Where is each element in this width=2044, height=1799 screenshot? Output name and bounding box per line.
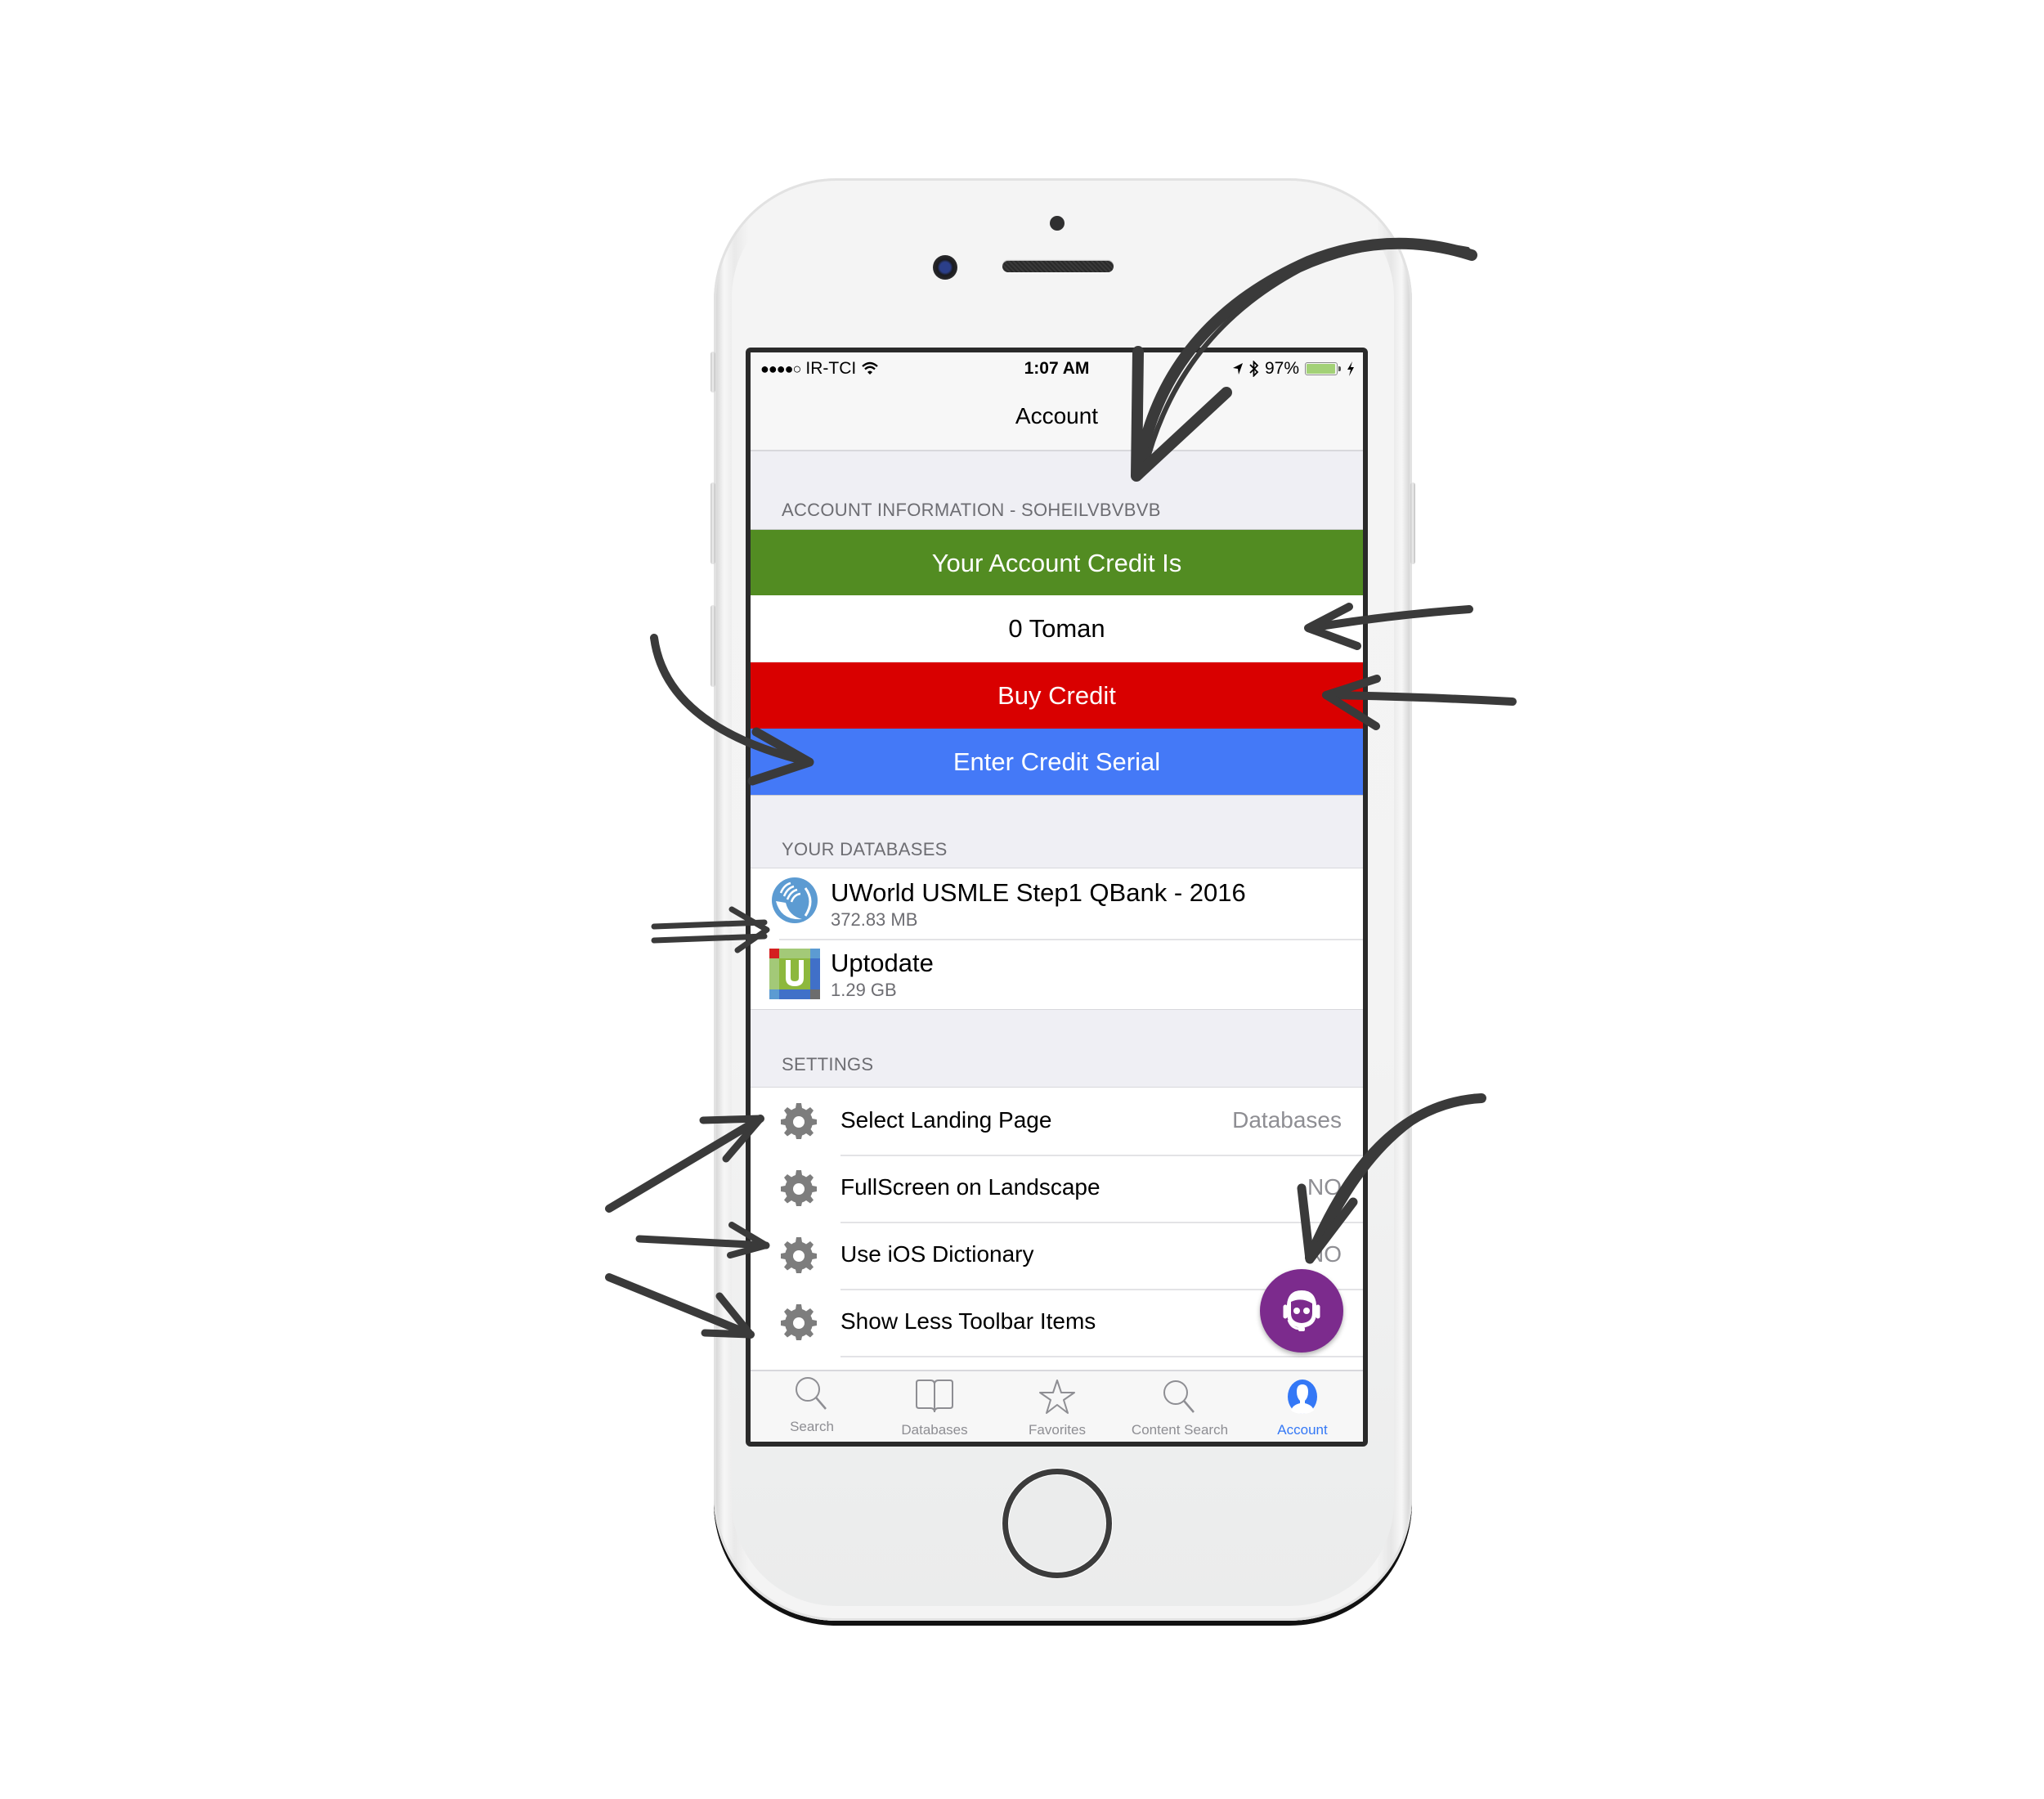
power-button bbox=[1410, 482, 1415, 564]
gear-icon bbox=[781, 1103, 817, 1139]
gear-icon bbox=[781, 1170, 817, 1206]
home-button[interactable] bbox=[1002, 1469, 1112, 1578]
tab-favorites[interactable]: Favorites bbox=[996, 1371, 1118, 1442]
tab-account[interactable]: Account bbox=[1241, 1371, 1363, 1442]
tab-bar: Search Databases Favorites Content Searc… bbox=[751, 1370, 1363, 1442]
location-arrow-icon bbox=[1232, 363, 1243, 375]
setting-label: Select Landing Page bbox=[840, 1107, 1052, 1133]
search-icon bbox=[1163, 1380, 1195, 1413]
navigation-bar: Account bbox=[751, 385, 1363, 451]
setting-fullscreen-landscape[interactable]: FullScreen on Landscape NO bbox=[751, 1155, 1363, 1222]
battery-percent: 97% bbox=[1264, 359, 1299, 378]
databases-list: UWorld USMLE Step1 QBank - 2016 372.83 M… bbox=[751, 868, 1363, 1010]
bluetooth-icon bbox=[1249, 361, 1259, 377]
charging-bolt-icon bbox=[1347, 361, 1354, 376]
account-credit-value: 0 Toman bbox=[751, 595, 1363, 662]
volume-up-button bbox=[710, 482, 715, 564]
setting-value: Databases bbox=[1232, 1107, 1342, 1133]
tab-label: Account bbox=[1277, 1422, 1328, 1438]
setting-value: NO bbox=[1307, 1241, 1342, 1267]
book-icon bbox=[916, 1380, 953, 1413]
star-icon bbox=[1039, 1380, 1075, 1414]
setting-label: Use iOS Dictionary bbox=[840, 1241, 1034, 1267]
proximity-sensor bbox=[1050, 216, 1065, 231]
section-header-databases: YOUR DATABASES bbox=[782, 839, 948, 859]
status-bar: ●●●●○ IR-TCI 1:07 AM 97% bbox=[751, 352, 1363, 385]
search-icon bbox=[796, 1377, 827, 1410]
mute-switch bbox=[710, 352, 715, 393]
setting-label: FullScreen on Landscape bbox=[840, 1174, 1100, 1200]
battery-fill bbox=[1307, 364, 1335, 374]
uptodate-logo-icon bbox=[769, 949, 820, 999]
battery-icon bbox=[1305, 362, 1341, 375]
front-camera bbox=[933, 255, 957, 280]
database-title: Uptodate bbox=[831, 949, 934, 977]
database-size: 372.83 MB bbox=[831, 909, 918, 930]
setting-select-landing-page[interactable]: Select Landing Page Databases bbox=[751, 1088, 1363, 1155]
gear-icon bbox=[781, 1304, 817, 1340]
setting-value: NO bbox=[1307, 1174, 1342, 1200]
tab-content-search[interactable]: Content Search bbox=[1118, 1371, 1241, 1442]
tab-label: Favorites bbox=[1029, 1422, 1086, 1438]
support-chat-button[interactable] bbox=[1260, 1269, 1343, 1353]
gear-icon bbox=[781, 1237, 817, 1273]
tab-databases[interactable]: Databases bbox=[873, 1371, 996, 1442]
database-item-uworld[interactable]: UWorld USMLE Step1 QBank - 2016 372.83 M… bbox=[751, 868, 1363, 939]
account-person-icon bbox=[1288, 1380, 1317, 1414]
enter-credit-serial-button[interactable]: Enter Credit Serial bbox=[751, 729, 1363, 796]
support-agent-icon bbox=[1283, 1290, 1320, 1331]
tab-label: Content Search bbox=[1131, 1422, 1229, 1438]
buy-credit-button[interactable]: Buy Credit bbox=[751, 662, 1363, 729]
database-item-uptodate[interactable]: Uptodate 1.29 GB bbox=[751, 939, 1363, 1009]
tab-label: Databases bbox=[901, 1422, 968, 1438]
account-credit-label: Your Account Credit Is bbox=[751, 529, 1363, 596]
section-header-settings: SETTINGS bbox=[782, 1054, 874, 1074]
earpiece-speaker bbox=[1002, 261, 1114, 272]
volume-down-button bbox=[710, 605, 715, 687]
tab-label: Search bbox=[790, 1419, 834, 1434]
section-header-account: ACCOUNT INFORMATION - SOHEILVBVBVB bbox=[782, 500, 1161, 520]
tab-search[interactable]: Search bbox=[751, 1371, 873, 1442]
setting-label: Show Less Toolbar Items bbox=[840, 1308, 1096, 1334]
page-title: Account bbox=[1015, 403, 1099, 428]
database-title: UWorld USMLE Step1 QBank - 2016 bbox=[831, 878, 1246, 907]
uworld-logo-icon bbox=[772, 877, 818, 923]
database-size: 1.29 GB bbox=[831, 980, 897, 1000]
setting-use-ios-dictionary[interactable]: Use iOS Dictionary NO bbox=[751, 1222, 1363, 1289]
